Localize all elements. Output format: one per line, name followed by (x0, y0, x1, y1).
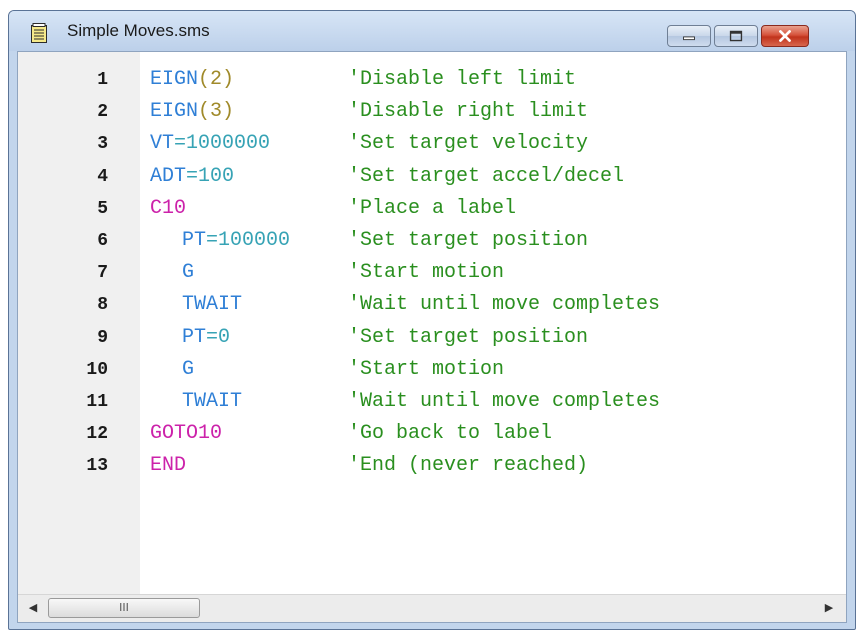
code-statement: TWAIT (182, 386, 242, 418)
close-icon (779, 30, 791, 42)
code-line[interactable]: 4 ADT=100 'Set target accel/decel (18, 161, 848, 193)
code-token: 0 (218, 325, 231, 349)
code-comment: 'Start motion (348, 261, 505, 285)
document-icon (31, 23, 47, 43)
editor-client-area[interactable]: 1 EIGN(2) 'Disable left limit 2 EIGN(3) 'Disa… (17, 51, 847, 623)
code-comment: 'Disable right limit (348, 100, 589, 124)
code-line[interactable]: 8 TWAIT 'Wait until move completes (18, 289, 848, 321)
code-token: = (206, 229, 219, 252)
line-number: 3 (97, 134, 108, 155)
code-token: TWAIT (182, 293, 243, 317)
code-statement: PT=0 (182, 322, 230, 354)
code-token: ADT (150, 164, 187, 188)
line-number: 2 (97, 102, 108, 123)
line-number: 5 (97, 198, 108, 219)
code-token: TWAIT (182, 390, 243, 413)
code-token: (3) (198, 100, 235, 124)
code-token: 1000000 (186, 132, 271, 156)
line-number: 7 (97, 263, 108, 284)
window-title: Simple Moves.sms (67, 21, 210, 40)
code-statement: PT=100000 (182, 225, 290, 257)
code-token: EIGN (150, 100, 199, 124)
code-line[interactable]: 11 TWAIT 'Wait until move completes (18, 386, 848, 418)
scrollbar-thumb[interactable]: III (48, 598, 200, 618)
code-token: = (186, 164, 199, 188)
code-statement: ADT=100 (150, 161, 234, 193)
code-token: = (174, 132, 187, 156)
line-number: 10 (86, 359, 108, 380)
scroll-left-icon[interactable]: ◀ (26, 601, 40, 615)
code-line[interactable]: 3 VT=1000000 'Set target velocity (18, 128, 848, 160)
line-number: 13 (86, 456, 108, 477)
maximize-icon (729, 30, 743, 42)
horizontal-scrollbar[interactable]: ◀ III ▶ (18, 594, 846, 622)
line-number: 1 (97, 70, 108, 90)
code-statement: EIGN(2) (150, 64, 234, 96)
code-token: C10 (150, 196, 187, 220)
code-line[interactable]: 13 END 'End (never reached) (18, 450, 848, 482)
line-number: 4 (97, 166, 108, 187)
code-statement: END (150, 450, 186, 482)
code-token: 100000 (218, 229, 291, 252)
code-line[interactable]: 5 C10 'Place a label (18, 193, 848, 225)
code-token: G (182, 357, 195, 381)
code-token: = (206, 325, 219, 349)
code-statement: TWAIT (182, 289, 242, 321)
line-number: 12 (86, 424, 108, 445)
code-statement: G (182, 257, 194, 289)
code-comment: 'Disable left limit (348, 68, 577, 91)
code-comment: 'Wait until move completes (348, 293, 661, 317)
code-comment: 'Place a label (348, 196, 517, 220)
line-number: 8 (97, 295, 108, 316)
code-line[interactable]: 6 PT=100000 'Set target position (18, 225, 848, 257)
code-line[interactable]: 10 G 'Start motion (18, 354, 848, 386)
code-token: VT (150, 132, 175, 156)
title-bar[interactable]: Simple Moves.sms (9, 11, 855, 51)
code-token: PT (182, 229, 207, 252)
code-token: END (150, 454, 187, 478)
code-line[interactable]: 2 EIGN(3) 'Disable right limit (18, 96, 848, 128)
maximize-button[interactable] (714, 25, 758, 47)
code-token: EIGN (150, 68, 199, 91)
code-comment: 'End (never reached) (348, 454, 589, 478)
code-statement: C10 (150, 193, 186, 225)
line-number: 6 (97, 231, 108, 251)
code-comment: 'Set target position (348, 229, 589, 252)
code-statement: GOTO10 (150, 418, 222, 450)
code-comment: 'Start motion (348, 357, 505, 381)
code-comment: 'Go back to label (348, 422, 553, 446)
code-comment: 'Set target accel/decel (348, 164, 625, 188)
line-number: 11 (86, 392, 108, 412)
close-button[interactable] (761, 25, 809, 47)
code-line[interactable]: 7 G 'Start motion (18, 257, 848, 289)
code-token: GOTO10 (150, 422, 223, 446)
code-comment: 'Set target velocity (348, 132, 589, 156)
editor-window: Simple Moves.sms 1 EIGN(2) 'Disable left l… (8, 10, 856, 630)
code-line[interactable]: 12 GOTO10 'Go back to label (18, 418, 848, 450)
line-number: 9 (97, 327, 108, 348)
code-token: (2) (198, 68, 235, 91)
code-statement: EIGN(3) (150, 96, 234, 128)
scroll-right-icon[interactable]: ▶ (822, 601, 836, 615)
code-line[interactable]: 1 EIGN(2) 'Disable left limit (18, 64, 848, 96)
code-token: PT (182, 325, 207, 349)
code-statement: G (182, 354, 194, 386)
code-line[interactable]: 9 PT=0 'Set target position (18, 322, 848, 354)
code-token: G (182, 261, 195, 285)
code-comment: 'Set target position (348, 325, 589, 349)
minimize-icon (683, 36, 695, 41)
code-statement: VT=1000000 (150, 128, 270, 160)
code-token: 100 (198, 164, 235, 188)
minimize-button[interactable] (667, 25, 711, 47)
code-comment: 'Wait until move completes (348, 390, 661, 413)
